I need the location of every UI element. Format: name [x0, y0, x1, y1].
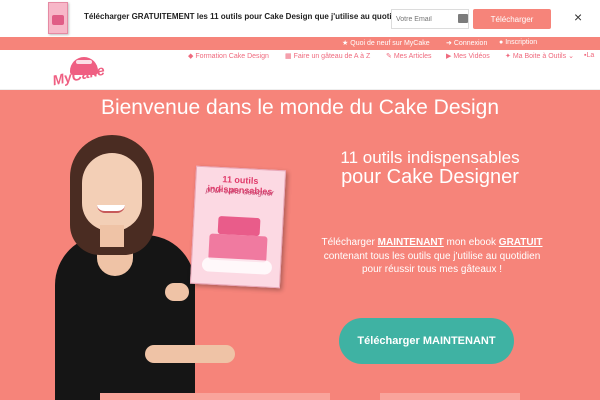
hero-section: Bienvenue dans le monde du Cake Design 1…: [0, 90, 600, 400]
logo[interactable]: MyCake: [51, 57, 106, 88]
article-icon: ✎: [386, 53, 394, 60]
hero-title: Bienvenue dans le monde du Cake Design: [100, 96, 500, 119]
site-header: MyCake ◆ Formation Cake Design ▦ Faire u…: [0, 50, 600, 90]
nav-item-gateau[interactable]: ▦ Faire un gâteau de A à Z: [285, 52, 370, 60]
hero-description: Télécharger MAINTENANT mon ebook GRATUIT…: [321, 237, 543, 275]
topnav-item-login[interactable]: ➜ Connexion: [446, 39, 487, 47]
ebook-cover: 11 outils indispensables pour cake desig…: [189, 165, 287, 289]
ebook-thumbnail: [48, 2, 68, 34]
promo-text: Télécharger GRATUITEMENT les 11 outils p…: [84, 12, 413, 21]
tools-icon: ✦: [505, 53, 513, 60]
star-icon: ★: [342, 40, 349, 47]
contact-card-icon: [458, 14, 468, 23]
promo-bar: Télécharger GRATUITEMENT les 11 outils p…: [0, 0, 600, 37]
topnav-item-signup[interactable]: ● Inscription: [499, 39, 537, 46]
cake-illustration: [217, 215, 261, 237]
download-now-button[interactable]: Télécharger MAINTENANT: [339, 318, 514, 364]
user-icon: ●: [499, 39, 504, 46]
chevron-down-icon: ⌄: [566, 53, 574, 60]
hero-subtitle-line1: 11 outils indispensables: [340, 148, 520, 167]
bottom-banner-right: [380, 393, 520, 400]
calendar-icon: ▦: [285, 53, 294, 60]
download-button[interactable]: Télécharger: [473, 9, 551, 29]
nav-item-articles[interactable]: ✎ Mes Articles: [386, 52, 432, 60]
hero-subtitle-line2: pour Cake Designer: [341, 166, 519, 188]
top-nav: ★ Quoi de neuf sur MyCake ➜ Connexion ● Ins…: [0, 37, 600, 50]
login-icon: ➜: [446, 40, 452, 47]
topnav-item-news[interactable]: ★ Quoi de neuf sur MyCake: [342, 39, 430, 47]
nav-item-videos[interactable]: ▶ Mes Vidéos: [446, 52, 490, 60]
nav-item-more[interactable]: ▪La: [584, 52, 594, 59]
nav-item-formation[interactable]: ◆ Formation Cake Design: [188, 52, 269, 60]
nav-item-outils[interactable]: ✦ Ma Boite à Outils ⌄: [505, 52, 574, 60]
close-icon[interactable]: ×: [574, 9, 582, 25]
bottom-banner-left: [100, 393, 330, 400]
